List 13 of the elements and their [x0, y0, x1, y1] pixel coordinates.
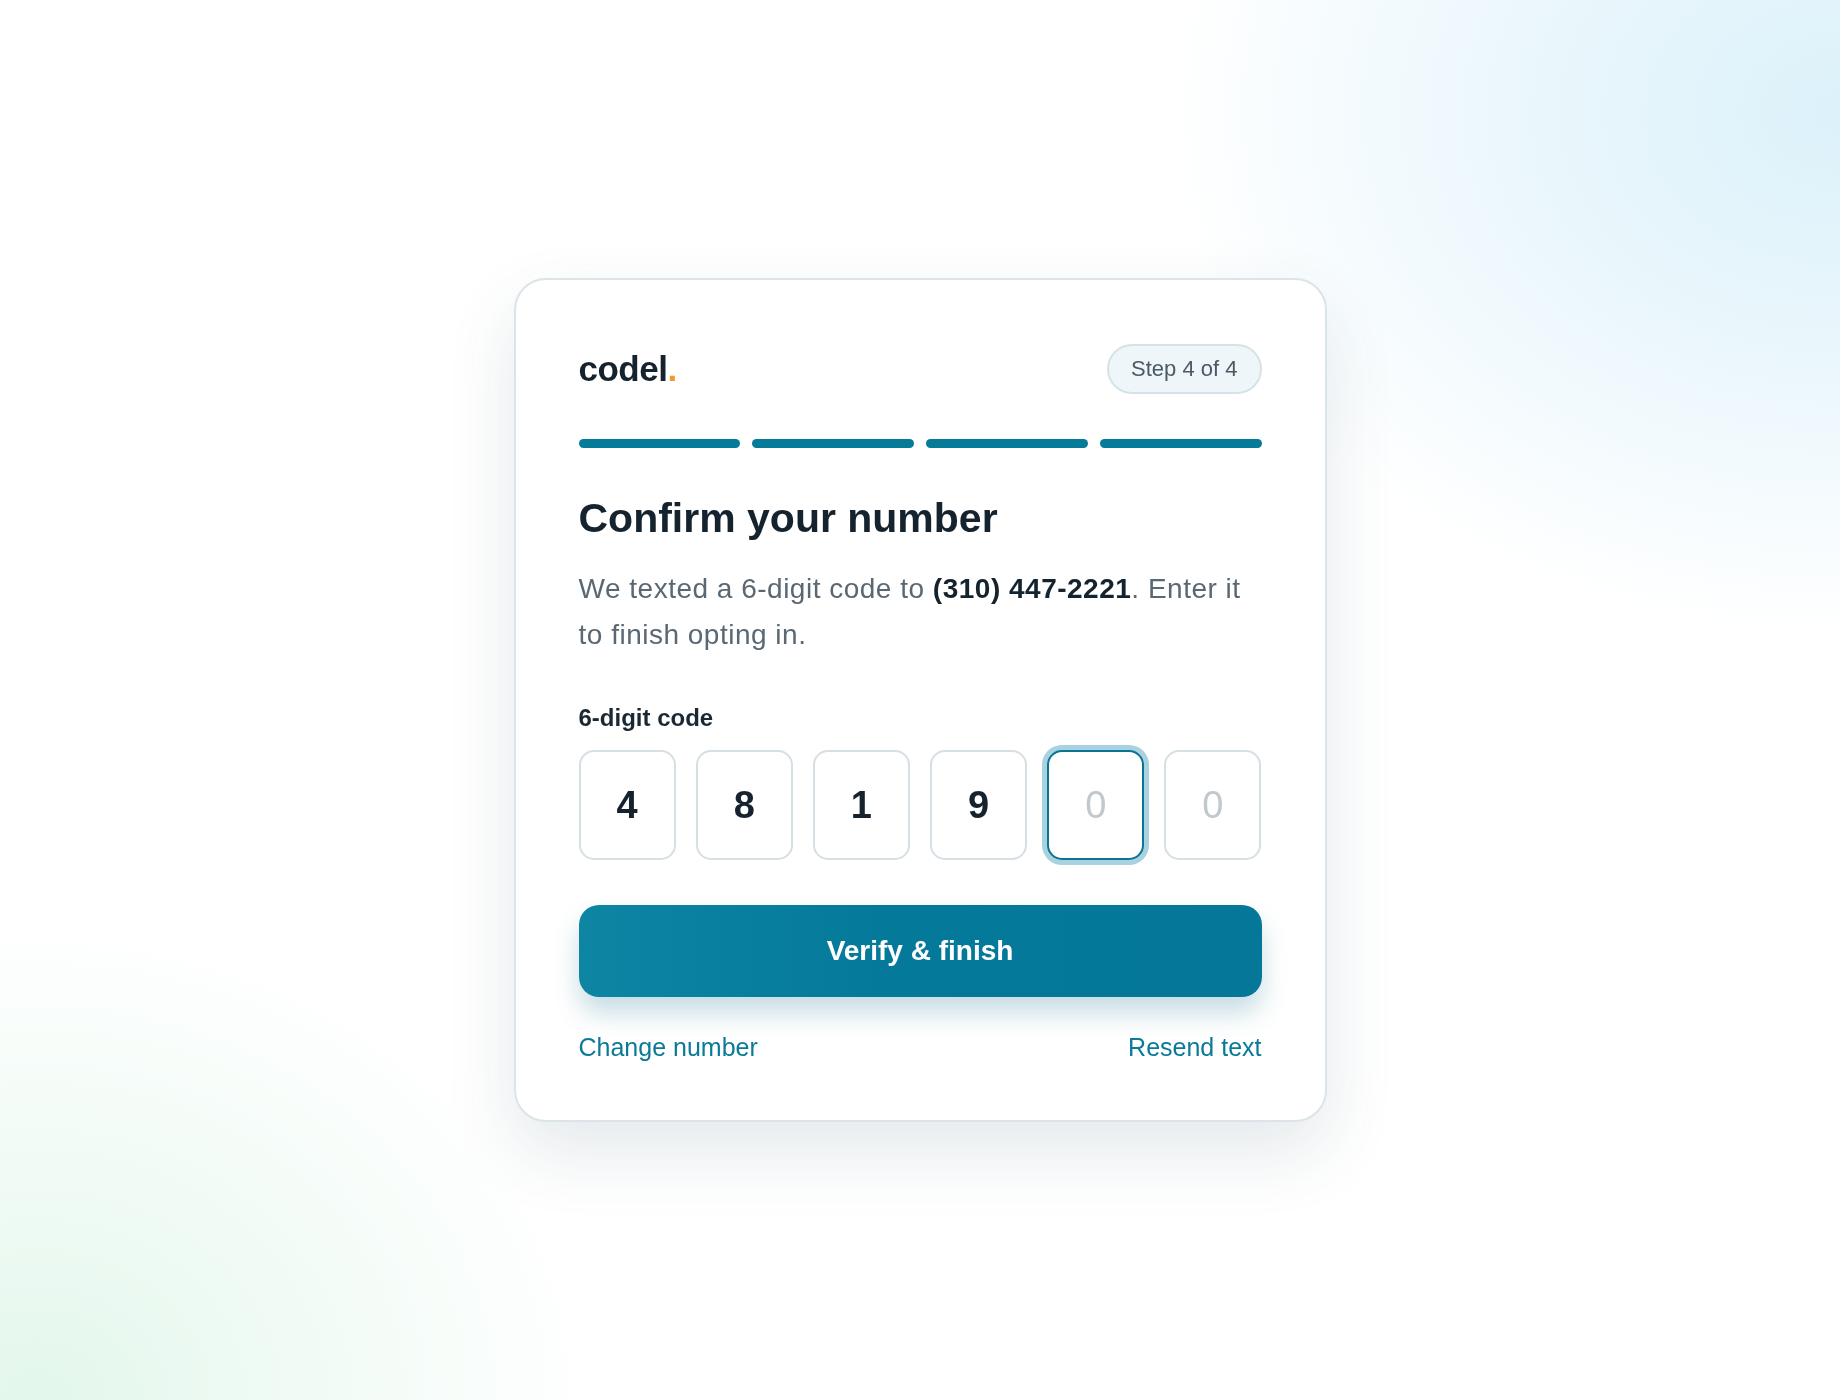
- code-digit-field[interactable]: 9: [930, 750, 1028, 860]
- text-link[interactable]: Resend text: [1128, 1032, 1262, 1062]
- code-digit-field[interactable]: 0: [1047, 750, 1145, 860]
- brand-logo: codel.: [578, 348, 677, 390]
- text-link[interactable]: Change number: [578, 1032, 758, 1062]
- code-label: 6-digit code: [578, 704, 715, 732]
- title: Confirm your number: [578, 494, 999, 543]
- code-digit-field[interactable]: 8: [695, 750, 793, 860]
- step-badge: Step 4 of 4: [1107, 344, 1262, 394]
- description: We texted a 6-digit code to (310) 447-2221. Enter it to finish opting in.: [578, 572, 1242, 652]
- code-digit-field[interactable]: 1: [812, 750, 910, 860]
- code-digit-field[interactable]: 4: [578, 750, 676, 860]
- verify-button[interactable]: Verify & finish: [578, 905, 1262, 997]
